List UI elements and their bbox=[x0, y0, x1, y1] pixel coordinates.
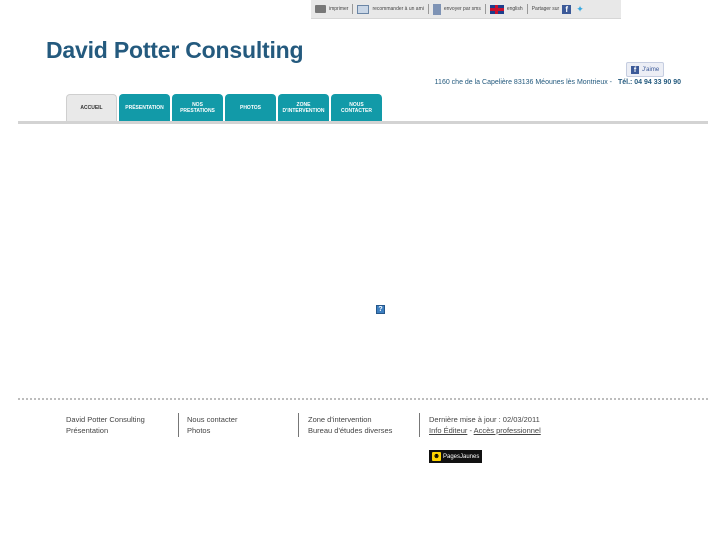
acces-professionnel-link[interactable]: Accès professionnel bbox=[474, 426, 541, 435]
printer-icon bbox=[315, 5, 326, 13]
pagesjaunes-badge[interactable]: ☻ PagesJaunes bbox=[429, 450, 483, 463]
tab-accueil[interactable]: ACCUEIL bbox=[66, 94, 117, 121]
contact-info: 1160 che de la Capelière 83136 Méounes l… bbox=[435, 79, 681, 86]
footer-link-photos[interactable]: Photos bbox=[187, 425, 237, 436]
tab-photos[interactable]: PHOTOS bbox=[225, 94, 276, 121]
footer-column-3: Zone d'intervention Bureau d'études dive… bbox=[308, 414, 392, 436]
envelope-icon bbox=[357, 4, 370, 14]
footer-column-4: Dernière mise à jour : 02/03/2011 Info É… bbox=[429, 414, 541, 436]
footer-link-presentation[interactable]: Présentation bbox=[66, 425, 145, 436]
footer-link-contact[interactable]: Nous contacter bbox=[187, 414, 237, 425]
print-label: imprimer bbox=[329, 6, 349, 12]
footer-column-1: David Potter Consulting Présentation bbox=[66, 414, 145, 436]
tab-nous-contacter[interactable]: NOUS CONTACTER bbox=[331, 94, 382, 121]
footer-link-zone[interactable]: Zone d'intervention bbox=[308, 414, 392, 425]
phone-text: Tél.: 04 94 33 90 90 bbox=[617, 79, 681, 86]
footer-link-home[interactable]: David Potter Consulting bbox=[66, 414, 145, 425]
main-nav: ACCUEIL PRÉSENTATION NOS PRESTATIONS PHO… bbox=[66, 94, 382, 121]
send-sms-link[interactable]: envoyer par sms bbox=[429, 0, 485, 18]
send-sms-label: envoyer par sms bbox=[443, 6, 481, 12]
info-editeur-link[interactable]: Info Éditeur bbox=[429, 426, 467, 435]
tab-zone-intervention[interactable]: ZONE D'INTERVENTION bbox=[278, 94, 329, 121]
english-label: english bbox=[506, 6, 523, 12]
recommend-label: recommander à un ami bbox=[372, 6, 424, 12]
share-group: Partager sur f ✦ bbox=[528, 0, 595, 18]
facebook-like-button[interactable]: f J'aime bbox=[626, 62, 665, 77]
site-title[interactable]: David Potter Consulting bbox=[46, 37, 304, 64]
footer-column-2: Nous contacter Photos bbox=[187, 414, 237, 436]
uk-flag-icon bbox=[489, 4, 504, 14]
tab-nos-prestations[interactable]: NOS PRESTATIONS bbox=[172, 94, 223, 121]
last-updated-text: Dernière mise à jour : 02/03/2011 bbox=[429, 415, 540, 424]
english-link[interactable]: english bbox=[486, 0, 527, 18]
pagesjaunes-label: PagesJaunes bbox=[443, 453, 480, 460]
recommend-link[interactable]: recommander à un ami bbox=[353, 0, 427, 18]
footer-separator bbox=[178, 413, 179, 437]
nav-divider bbox=[18, 121, 708, 124]
pagesjaunes-logo-icon: ☻ bbox=[432, 452, 441, 461]
tab-presentation[interactable]: PRÉSENTATION bbox=[119, 94, 170, 121]
like-label: J'aime bbox=[642, 66, 660, 73]
footer-legal-links: Info Éditeur - Accès professionnel bbox=[429, 425, 541, 436]
footer-link-bureau[interactable]: Bureau d'études diverses bbox=[308, 425, 392, 436]
missing-plugin-icon[interactable]: ? bbox=[376, 305, 385, 314]
top-toolbar: imprimer recommander à un ami envoyer pa… bbox=[311, 0, 621, 19]
facebook-icon: f bbox=[631, 65, 639, 74]
phone-icon bbox=[432, 3, 441, 15]
footer-separator bbox=[419, 413, 420, 437]
share-label: Partager sur bbox=[531, 6, 560, 12]
footer-separator bbox=[298, 413, 299, 437]
footer-divider bbox=[18, 398, 708, 400]
print-link[interactable]: imprimer bbox=[311, 0, 352, 18]
facebook-icon[interactable]: f bbox=[562, 4, 572, 14]
address-text: 1160 che de la Capelière 83136 Méounes l… bbox=[434, 79, 612, 86]
twitter-icon[interactable]: ✦ bbox=[576, 4, 587, 14]
